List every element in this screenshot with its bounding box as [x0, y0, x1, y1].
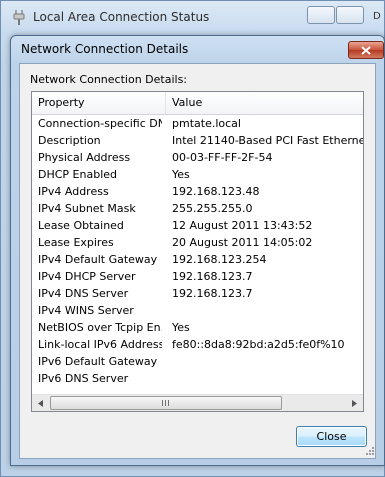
section-label: Network Connection Details:: [30, 73, 188, 86]
property-cell: Link-local IPv6 Address: [38, 338, 162, 351]
property-cell: IPv4 Subnet Mask: [38, 202, 136, 215]
property-cell: Lease Expires: [38, 236, 114, 249]
network-plug-icon: [13, 10, 25, 25]
property-cell: IPv4 DHCP Server: [38, 270, 136, 283]
table-row[interactable]: Description Intel 21140-Based PCI Fast Et…: [32, 132, 363, 149]
dialog-close-x-button[interactable]: [348, 41, 384, 59]
close-icon: [361, 45, 371, 55]
table-row[interactable]: Lease Obtained 12 August 2011 13:43:52: [32, 217, 363, 234]
property-cell: Description: [38, 134, 101, 147]
back-maximize-button[interactable]: [336, 6, 364, 24]
back-window-title: Local Area Connection Status: [33, 10, 210, 24]
property-cell: Physical Address: [38, 151, 131, 164]
resize-grip-icon[interactable]: [363, 446, 375, 458]
property-cell: IPv4 DNS Server: [38, 287, 129, 300]
table-row[interactable]: NetBIOS over Tcpip En... Yes: [32, 319, 363, 336]
property-cell: NetBIOS over Tcpip En...: [38, 321, 162, 334]
value-cell: Intel 21140-Based PCI Fast Ethernet Adap: [172, 134, 363, 147]
list-body: Connection-specific DN... pmtate.local De…: [32, 114, 363, 394]
scroll-left-button[interactable]: [32, 395, 49, 411]
property-cell: IPv6 Default Gateway: [38, 355, 158, 368]
value-cell: Yes: [172, 321, 190, 334]
dialog-client-area: Network Connection Details: Property Val…: [19, 63, 376, 459]
table-row[interactable]: IPv4 WINS Server: [32, 302, 363, 319]
details-list-view[interactable]: Property Value Connection-specific DN...…: [31, 91, 364, 412]
dialog-title: Network Connection Details: [21, 42, 189, 56]
horizontal-scrollbar[interactable]: [32, 394, 363, 411]
table-row[interactable]: IPv4 Subnet Mask 255.255.255.0: [32, 200, 363, 217]
table-row[interactable]: Physical Address 00-03-FF-FF-2F-54: [32, 149, 363, 166]
value-cell: 255.255.255.0: [172, 202, 253, 215]
value-cell: fe80::8da8:92bd:a2d5:fe0f%10: [172, 338, 345, 351]
value-cell: 192.168.123.7: [172, 287, 253, 300]
value-cell: 12 August 2011 13:43:52: [172, 219, 313, 232]
table-row[interactable]: DHCP Enabled Yes: [32, 166, 363, 183]
value-cell: 00-03-FF-FF-2F-54: [172, 151, 273, 164]
list-header: Property Value: [32, 92, 363, 115]
property-cell: Lease Obtained: [38, 219, 124, 232]
property-cell: Connection-specific DN...: [38, 117, 162, 130]
table-row[interactable]: IPv4 Default Gateway 192.168.123.254: [32, 251, 363, 268]
table-row[interactable]: IPv4 Address 192.168.123.48: [32, 183, 363, 200]
value-cell: 192.168.123.254: [172, 253, 267, 266]
table-row[interactable]: Link-local IPv6 Address fe80::8da8:92bd:a…: [32, 336, 363, 353]
back-minimize-button[interactable]: [307, 6, 335, 24]
arrow-left-icon: [37, 399, 43, 407]
network-connection-details-dialog: Network Connection Details Network Conne…: [10, 35, 385, 466]
table-row[interactable]: IPv4 DHCP Server 192.168.123.7: [32, 268, 363, 285]
column-header-property[interactable]: Property: [32, 92, 166, 114]
property-cell: IPv4 WINS Server: [38, 304, 134, 317]
scrollbar-thumb[interactable]: [50, 396, 282, 410]
property-cell: IPv4 Default Gateway: [38, 253, 158, 266]
property-cell: IPv6 DNS Server: [38, 372, 129, 385]
table-row[interactable]: IPv6 DNS Server: [32, 370, 363, 387]
value-cell: Yes: [172, 168, 190, 181]
value-cell: 192.168.123.48: [172, 185, 260, 198]
value-cell: pmtate.local: [172, 117, 241, 130]
table-row[interactable]: IPv6 Default Gateway: [32, 353, 363, 370]
scroll-right-button[interactable]: [346, 395, 363, 411]
column-header-value[interactable]: Value: [166, 92, 363, 114]
back-window-edge-text: D: [373, 11, 381, 22]
table-row[interactable]: Lease Expires 20 August 2011 14:05:02: [32, 234, 363, 251]
table-row[interactable]: IPv4 DNS Server 192.168.123.7: [32, 285, 363, 302]
value-cell: 20 August 2011 14:05:02: [172, 236, 313, 249]
arrow-right-icon: [351, 399, 357, 407]
close-button[interactable]: Close: [296, 426, 367, 447]
grip-icon: [162, 400, 170, 406]
property-cell: IPv4 Address: [38, 185, 109, 198]
property-cell: DHCP Enabled: [38, 168, 118, 181]
value-cell: 192.168.123.7: [172, 270, 253, 283]
table-row[interactable]: Connection-specific DN... pmtate.local: [32, 115, 363, 132]
